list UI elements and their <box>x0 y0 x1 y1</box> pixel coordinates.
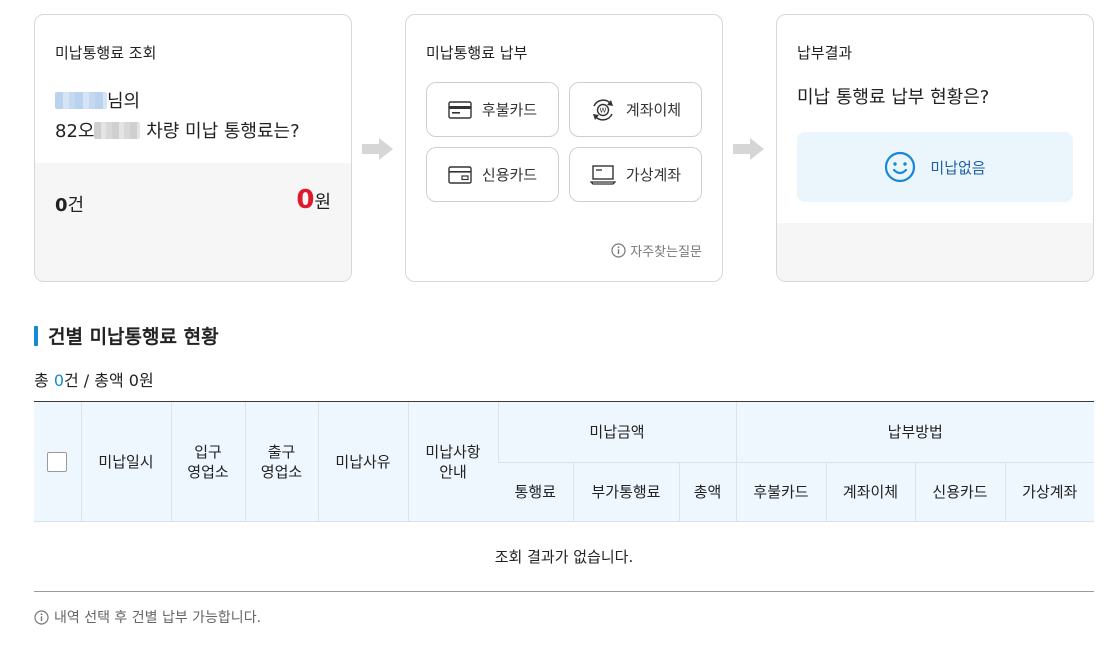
payment-card-title: 미납통행료 납부 <box>426 44 528 62</box>
info-icon <box>611 243 626 258</box>
lookup-card: 미납통행료 조회 님의 82오 차량 미납 통행료는? 0건 0원 <box>34 14 352 282</box>
credit-card-icon <box>448 165 472 184</box>
result-bottom-area <box>777 223 1093 281</box>
virtual-account-button[interactable]: 가상계좌 <box>569 147 702 202</box>
header-unpaid-guide: 미납사항 안내 <box>407 401 498 522</box>
header-total: 총액 <box>678 462 736 522</box>
result-card-title: 납부결과 <box>797 44 853 62</box>
empty-message: 조회 결과가 없습니다. <box>34 521 1095 592</box>
header-account-transfer: 계좌이체 <box>825 462 915 522</box>
header-toll: 통행료 <box>498 462 573 522</box>
payment-result-card: 납부결과 미납 통행료 납부 현황은? 미납없음 <box>776 14 1094 282</box>
postpaid-card-button[interactable]: 후불카드 <box>426 82 559 137</box>
lookup-card-title: 미납통행료 조회 <box>55 44 157 62</box>
masked-plate-number <box>94 122 141 139</box>
masked-owner-name <box>55 92 107 109</box>
header-unpaid-date: 미납일시 <box>80 401 171 522</box>
step-arrow-icon <box>362 138 393 160</box>
select-all-cell <box>34 401 81 522</box>
vehicle-owner-info: 님의 82오 차량 미납 통행료는? <box>55 87 300 147</box>
section-title: 건별 미납통행료 현황 <box>34 322 219 349</box>
credit-card-button[interactable]: 신용카드 <box>426 147 559 202</box>
plate-suffix: 차량 미납 통행료는? <box>140 121 300 142</box>
plate-prefix: 82오 <box>55 121 95 142</box>
footer-note: 내역 선택 후 건별 납부 가능합니다. <box>34 607 261 627</box>
smile-icon <box>885 151 916 183</box>
table-row: 조회 결과가 없습니다. <box>34 521 1095 592</box>
header-extra-toll: 부가통행료 <box>572 462 679 522</box>
result-status-label: 미납없음 <box>930 158 986 177</box>
payment-card: 미납통행료 납부 후불카드 W 계좌이체 신용카드 가상계좌 자주찾는질문 <box>405 14 723 282</box>
postpaid-card-label: 후불카드 <box>481 101 538 119</box>
credit-card-label: 신용카드 <box>481 166 538 184</box>
header-postpaid-card: 후불카드 <box>735 462 826 522</box>
transfer-icon: W <box>592 98 613 121</box>
virtual-account-label: 가상계좌 <box>625 166 682 184</box>
result-status-box: 미납없음 <box>797 132 1073 202</box>
total-summary: 총 0건 / 총액 0원 <box>34 371 154 390</box>
lookup-summary-area <box>35 163 351 281</box>
svg-text:W: W <box>599 106 606 114</box>
section-title-bar <box>34 325 38 346</box>
header-unpaid-reason: 미납사유 <box>317 401 408 522</box>
header-credit-card: 신용카드 <box>914 462 1005 522</box>
header-unpaid-amount-group: 미납금액 <box>497 401 736 463</box>
account-transfer-label: 계좌이체 <box>625 101 682 119</box>
unpaid-toll-table: 미납일시 입구 영업소 출구 영업소 미납사유 미납사항 안내 미납금액 납부방법 통… <box>34 401 1095 592</box>
total-count: 0 <box>53 371 64 390</box>
unpaid-count: 0건 <box>55 195 85 216</box>
header-payment-method-group: 납부방법 <box>735 401 1095 463</box>
faq-link[interactable]: 자주찾는질문 <box>611 241 702 260</box>
section-title-text: 건별 미납통행료 현황 <box>48 326 219 348</box>
header-entry-office: 입구 영업소 <box>170 401 245 522</box>
laptop-icon <box>589 164 616 185</box>
info-icon <box>34 609 49 625</box>
select-all-checkbox[interactable] <box>47 451 68 472</box>
unpaid-amount: 0원 <box>296 185 331 215</box>
result-question: 미납 통행료 납부 현황은? <box>797 87 990 108</box>
footer-note-text: 내역 선택 후 건별 납부 가능합니다. <box>54 610 262 626</box>
account-transfer-button[interactable]: W 계좌이체 <box>569 82 702 137</box>
faq-label: 자주찾는질문 <box>630 245 702 260</box>
header-virtual-account: 가상계좌 <box>1004 462 1095 522</box>
card-icon <box>448 100 472 119</box>
owner-suffix: 님의 <box>107 91 141 112</box>
header-exit-office: 출구 영업소 <box>244 401 318 522</box>
step-arrow-icon <box>733 138 764 160</box>
